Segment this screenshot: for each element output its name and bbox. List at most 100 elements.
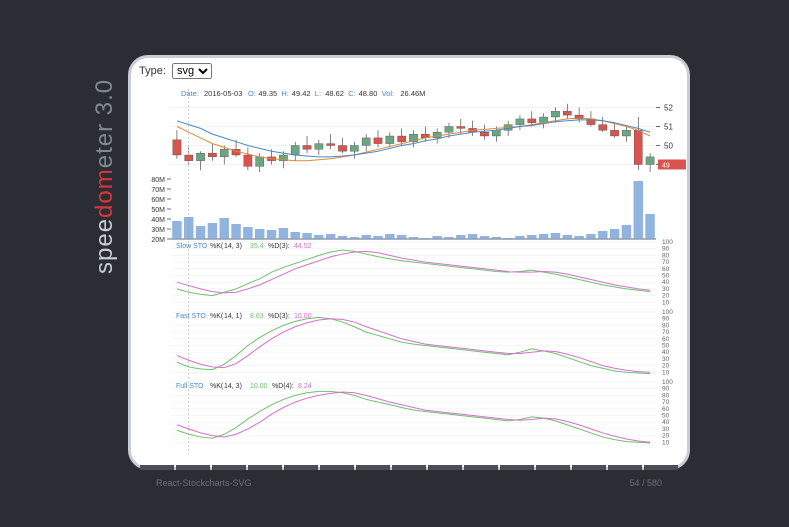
candle — [386, 136, 394, 144]
candle — [173, 140, 181, 155]
svg-text:49: 49 — [662, 163, 670, 170]
volume-bar — [551, 233, 560, 239]
sto-tick-label: 60 — [662, 266, 670, 273]
sto-tick-label: 20 — [662, 363, 670, 370]
sto-tick-label: 40 — [662, 419, 670, 426]
volume-bar — [231, 224, 240, 239]
sto-label: %K( — [210, 383, 224, 390]
sto-tick-label: 90 — [662, 386, 670, 393]
ohlc-tooltip: Date: — [181, 89, 199, 98]
scrubber-segment[interactable] — [608, 465, 642, 470]
price-tick-label: 52 — [664, 104, 673, 113]
candle — [551, 111, 559, 117]
volume-bar — [361, 235, 370, 239]
candle — [338, 146, 346, 152]
candle — [256, 157, 264, 167]
sto-label: %K( — [210, 243, 224, 250]
volume-bar — [539, 234, 548, 239]
candle — [610, 130, 618, 136]
candle — [492, 130, 500, 136]
volume-bar — [563, 235, 572, 239]
volume-bar — [208, 223, 217, 239]
volume-bar — [456, 235, 465, 239]
volume-bar — [610, 229, 619, 239]
scrubber-segment[interactable] — [464, 465, 498, 470]
volume-tick-label: 40M — [151, 217, 165, 224]
volume-bar — [645, 214, 654, 239]
scrubber-segment[interactable] — [644, 465, 678, 470]
scrubber-segment[interactable] — [284, 465, 318, 470]
sto-d-line — [177, 392, 650, 442]
candle — [303, 146, 311, 150]
candle — [516, 119, 524, 125]
stock-chart[interactable]: 4950515249Date:2016-05-03O:49.35H:49.42L… — [131, 84, 687, 469]
scrubber-segment[interactable] — [248, 465, 282, 470]
scrubber-segment[interactable] — [140, 465, 174, 470]
sto-tick-label: 50 — [662, 273, 670, 280]
sto-tick-label: 40 — [662, 279, 670, 286]
sto-k-line — [177, 391, 650, 443]
volume-bar — [397, 235, 406, 239]
volume-bar — [279, 228, 288, 239]
volume-bar — [515, 236, 524, 239]
volume-bar — [196, 226, 205, 239]
volume-bar — [432, 236, 441, 239]
candle — [244, 155, 252, 166]
candle — [480, 132, 488, 136]
volume-bar — [598, 231, 607, 239]
candle — [599, 125, 607, 131]
volume-tick-label: 30M — [151, 227, 165, 234]
candle — [291, 146, 299, 156]
volume-bar — [480, 236, 489, 239]
sto-tick-label: 10 — [662, 299, 670, 306]
scrubber-segment[interactable] — [536, 465, 570, 470]
ohlc-tooltip: 26.46M — [400, 89, 425, 98]
sto-tick-label: 80 — [662, 252, 670, 259]
candle — [528, 119, 536, 123]
progress-scrubber[interactable] — [140, 465, 678, 473]
sto-tick-label: 10 — [662, 439, 670, 446]
scrubber-segment[interactable] — [428, 465, 462, 470]
scrubber-segment[interactable] — [500, 465, 534, 470]
scrubber-segment[interactable] — [392, 465, 426, 470]
scrubber-segment[interactable] — [356, 465, 390, 470]
sto-tick-label: 30 — [662, 426, 670, 433]
volume-bar — [574, 236, 583, 239]
candle — [327, 144, 335, 146]
logo-part-3: eter 3.0 — [91, 79, 118, 168]
scrubber-segment[interactable] — [212, 465, 246, 470]
candle — [563, 111, 571, 115]
sto-tick-label: 50 — [662, 343, 670, 350]
scrubber-segment[interactable] — [320, 465, 354, 470]
scrubber-segment[interactable] — [176, 465, 210, 470]
sto-tick-label: 20 — [662, 293, 670, 300]
volume-bar — [503, 238, 512, 239]
volume-bar — [527, 235, 536, 239]
volume-bar — [586, 234, 595, 239]
candle — [646, 157, 654, 165]
candle — [445, 127, 453, 133]
ohlc-tooltip: H: — [281, 89, 289, 98]
sto-tick-label: 40 — [662, 349, 670, 356]
sto-label: 10.00 — [294, 313, 312, 320]
ohlc-tooltip: Vol: — [382, 89, 395, 98]
sto-tick-label: 20 — [662, 433, 670, 440]
volume-bar — [184, 217, 193, 239]
type-select[interactable]: svg — [172, 63, 212, 79]
ohlc-tooltip: 49.35 — [258, 89, 277, 98]
sto-tick-label: 30 — [662, 286, 670, 293]
sto-tick-label: 10 — [662, 369, 670, 376]
price-tick-label: 51 — [664, 123, 673, 132]
ohlc-tooltip: L: — [315, 89, 321, 98]
volume-tick-label: 60M — [151, 197, 165, 204]
sto-label: %D(3): — [268, 313, 290, 320]
volume-bar — [243, 227, 252, 239]
sto-tick-label: 30 — [662, 356, 670, 363]
ohlc-tooltip: 48.80 — [359, 89, 378, 98]
volume-bar — [290, 232, 299, 239]
volume-tick-label: 50M — [151, 207, 165, 214]
scrubber-segment[interactable] — [572, 465, 606, 470]
sto-tick-label: 70 — [662, 399, 670, 406]
volume-bar — [373, 236, 382, 239]
sto-tick-label: 80 — [662, 322, 670, 329]
